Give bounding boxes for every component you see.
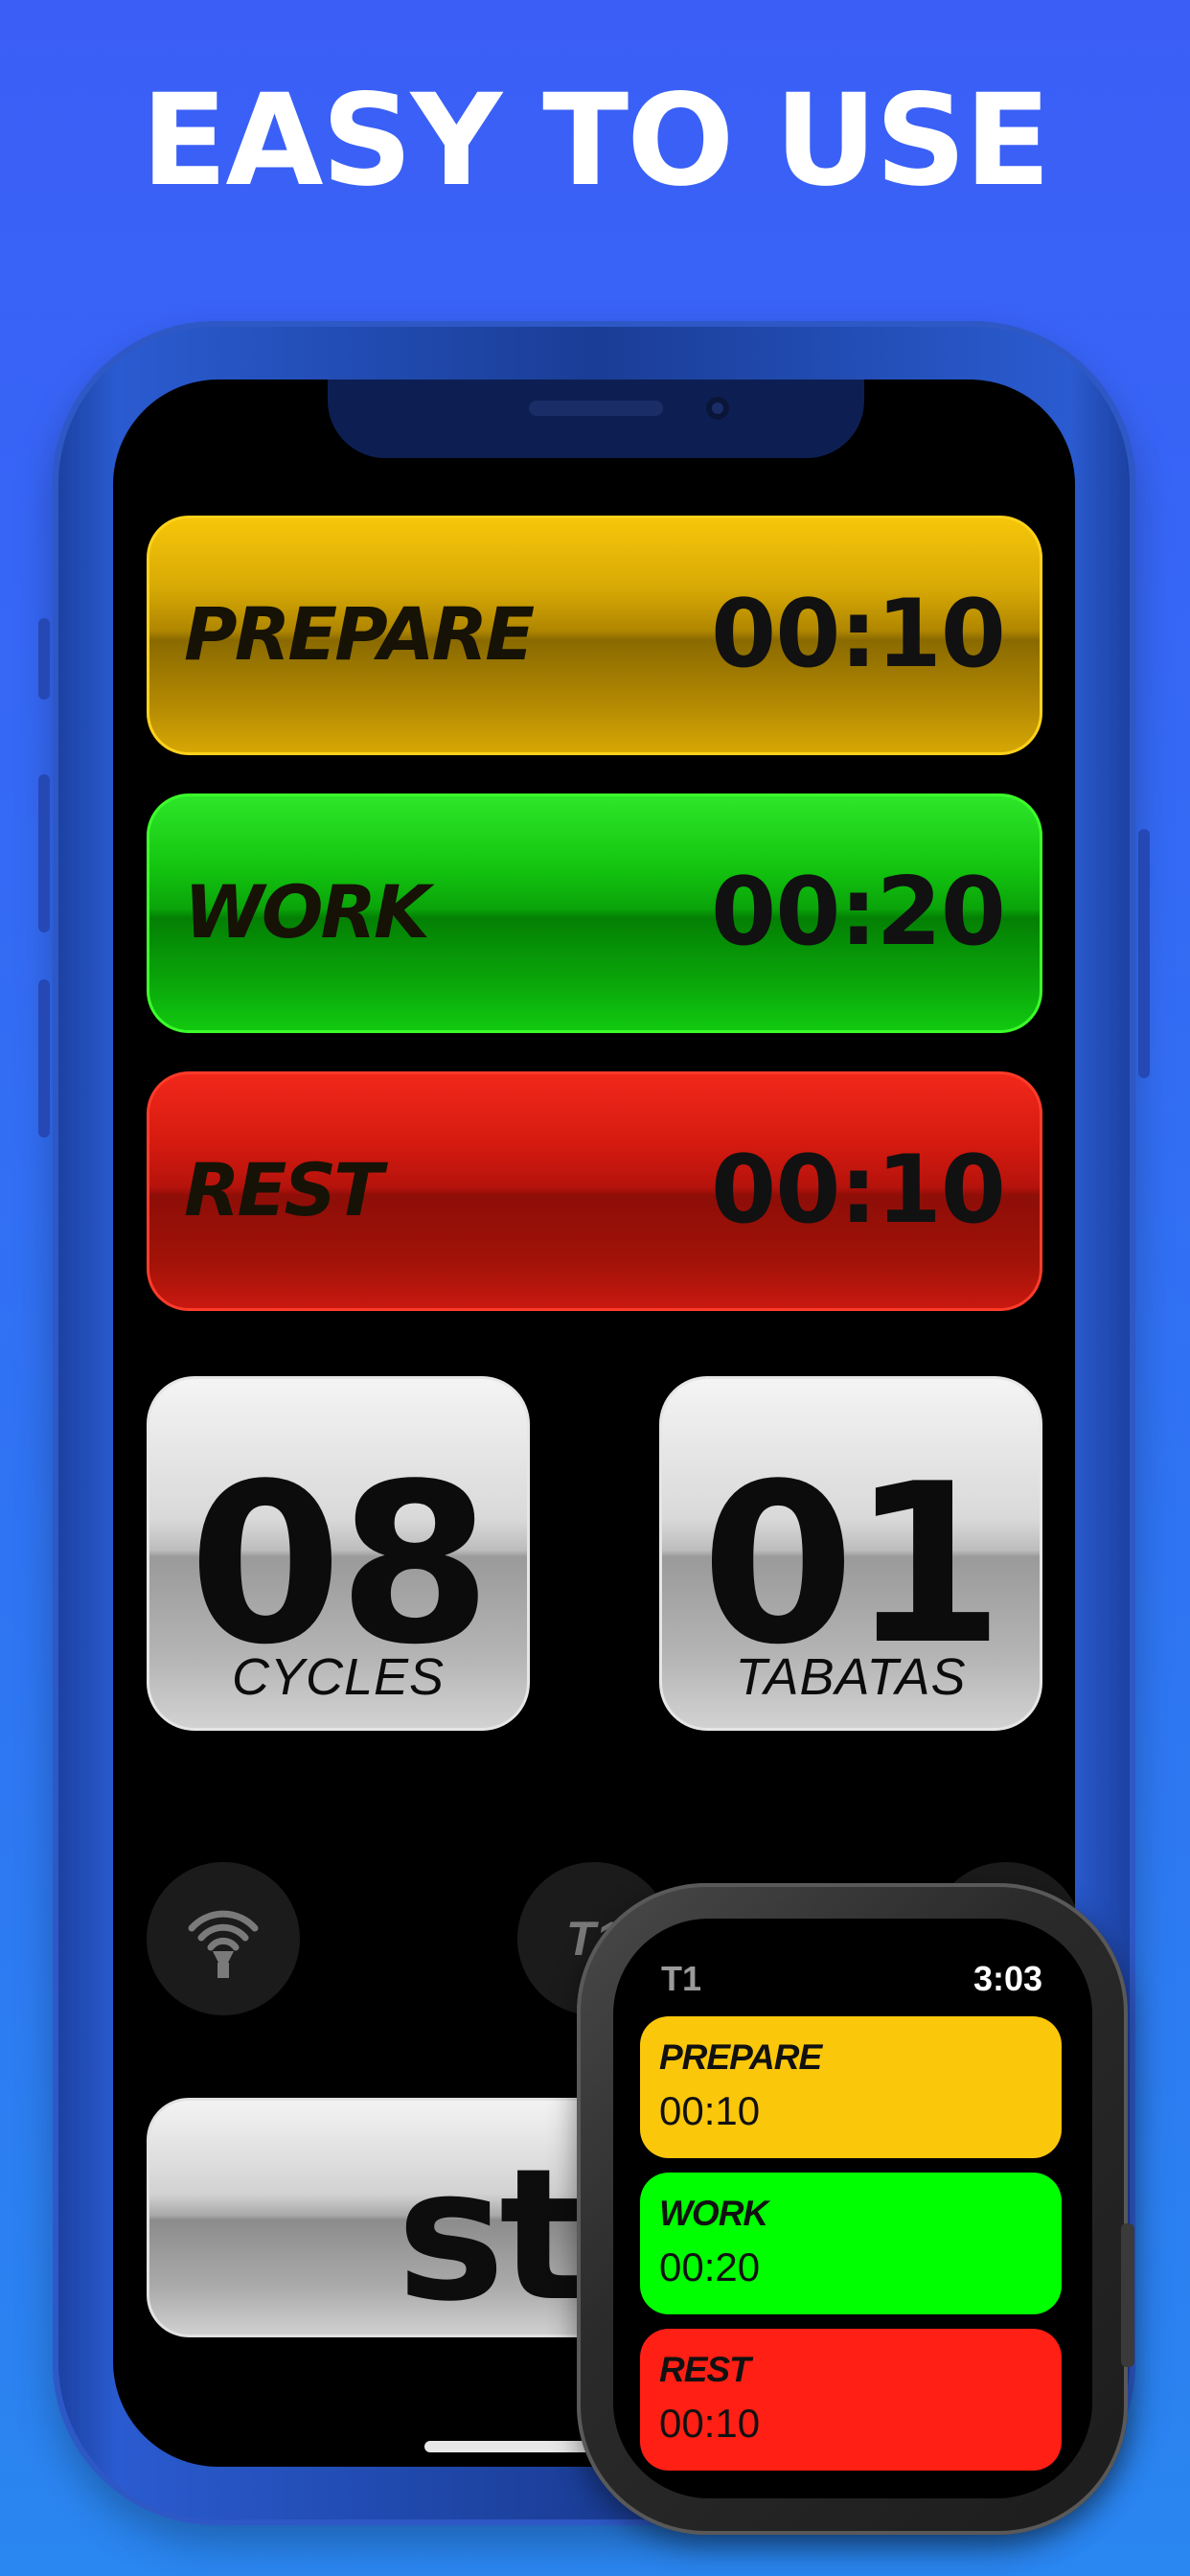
prepare-time: 00:10	[711, 580, 1006, 689]
tabatas-label: TABATAS	[735, 1648, 967, 1706]
watch-rest-label: REST	[659, 2350, 751, 2389]
speaker-wave-icon	[188, 1910, 259, 1978]
front-camera	[706, 397, 729, 420]
tabatas-tile[interactable]: 01 TABATAS	[659, 1376, 1042, 1731]
prepare-label: PREPARE	[184, 591, 535, 677]
headline: EASY TO USE	[141, 67, 1051, 215]
phone-silent-switch	[38, 618, 50, 700]
cycles-tile[interactable]: 08 CYCLES	[147, 1376, 530, 1731]
work-label: WORK	[184, 869, 430, 954]
rest-label: REST	[184, 1147, 383, 1232]
phone-volume-down-button	[38, 979, 50, 1138]
work-interval-button[interactable]: WORK 00:20	[147, 794, 1042, 1033]
watch-rest-time: 00:10	[659, 2401, 761, 2446]
watch-prepare-time: 00:10	[659, 2088, 761, 2133]
watch-prepare-label: PREPARE	[659, 2037, 822, 2077]
watch-work-interval[interactable]: WORK 00:20	[640, 2173, 1062, 2314]
watch-prepare-interval[interactable]: PREPARE 00:10	[640, 2016, 1062, 2158]
phone-power-button	[1138, 829, 1150, 1078]
sound-button[interactable]	[147, 1862, 300, 2015]
watch-screen: T1 3:03 PREPARE 00:10 WORK 00:20 REST 00…	[613, 1919, 1092, 2498]
rest-time: 00:10	[711, 1136, 1006, 1245]
watch-work-label: WORK	[659, 2194, 768, 2233]
cycles-label: CYCLES	[231, 1648, 446, 1706]
prepare-interval-button[interactable]: PREPARE 00:10	[147, 516, 1042, 755]
watch-clock: 3:03	[973, 1959, 1042, 1998]
notch	[328, 380, 864, 458]
watch-crown	[1121, 2223, 1134, 2367]
watch-title: T1	[661, 1959, 702, 1998]
earpiece-speaker	[529, 401, 663, 416]
rest-interval-button[interactable]: REST 00:10	[147, 1071, 1042, 1311]
cycles-value: 08	[188, 1438, 492, 1693]
work-time: 00:20	[711, 858, 1006, 967]
tabatas-value: 01	[700, 1438, 1004, 1693]
phone-volume-up-button	[38, 774, 50, 932]
watch-work-time: 00:20	[659, 2244, 761, 2289]
watch-rest-interval[interactable]: REST 00:10	[640, 2329, 1062, 2471]
